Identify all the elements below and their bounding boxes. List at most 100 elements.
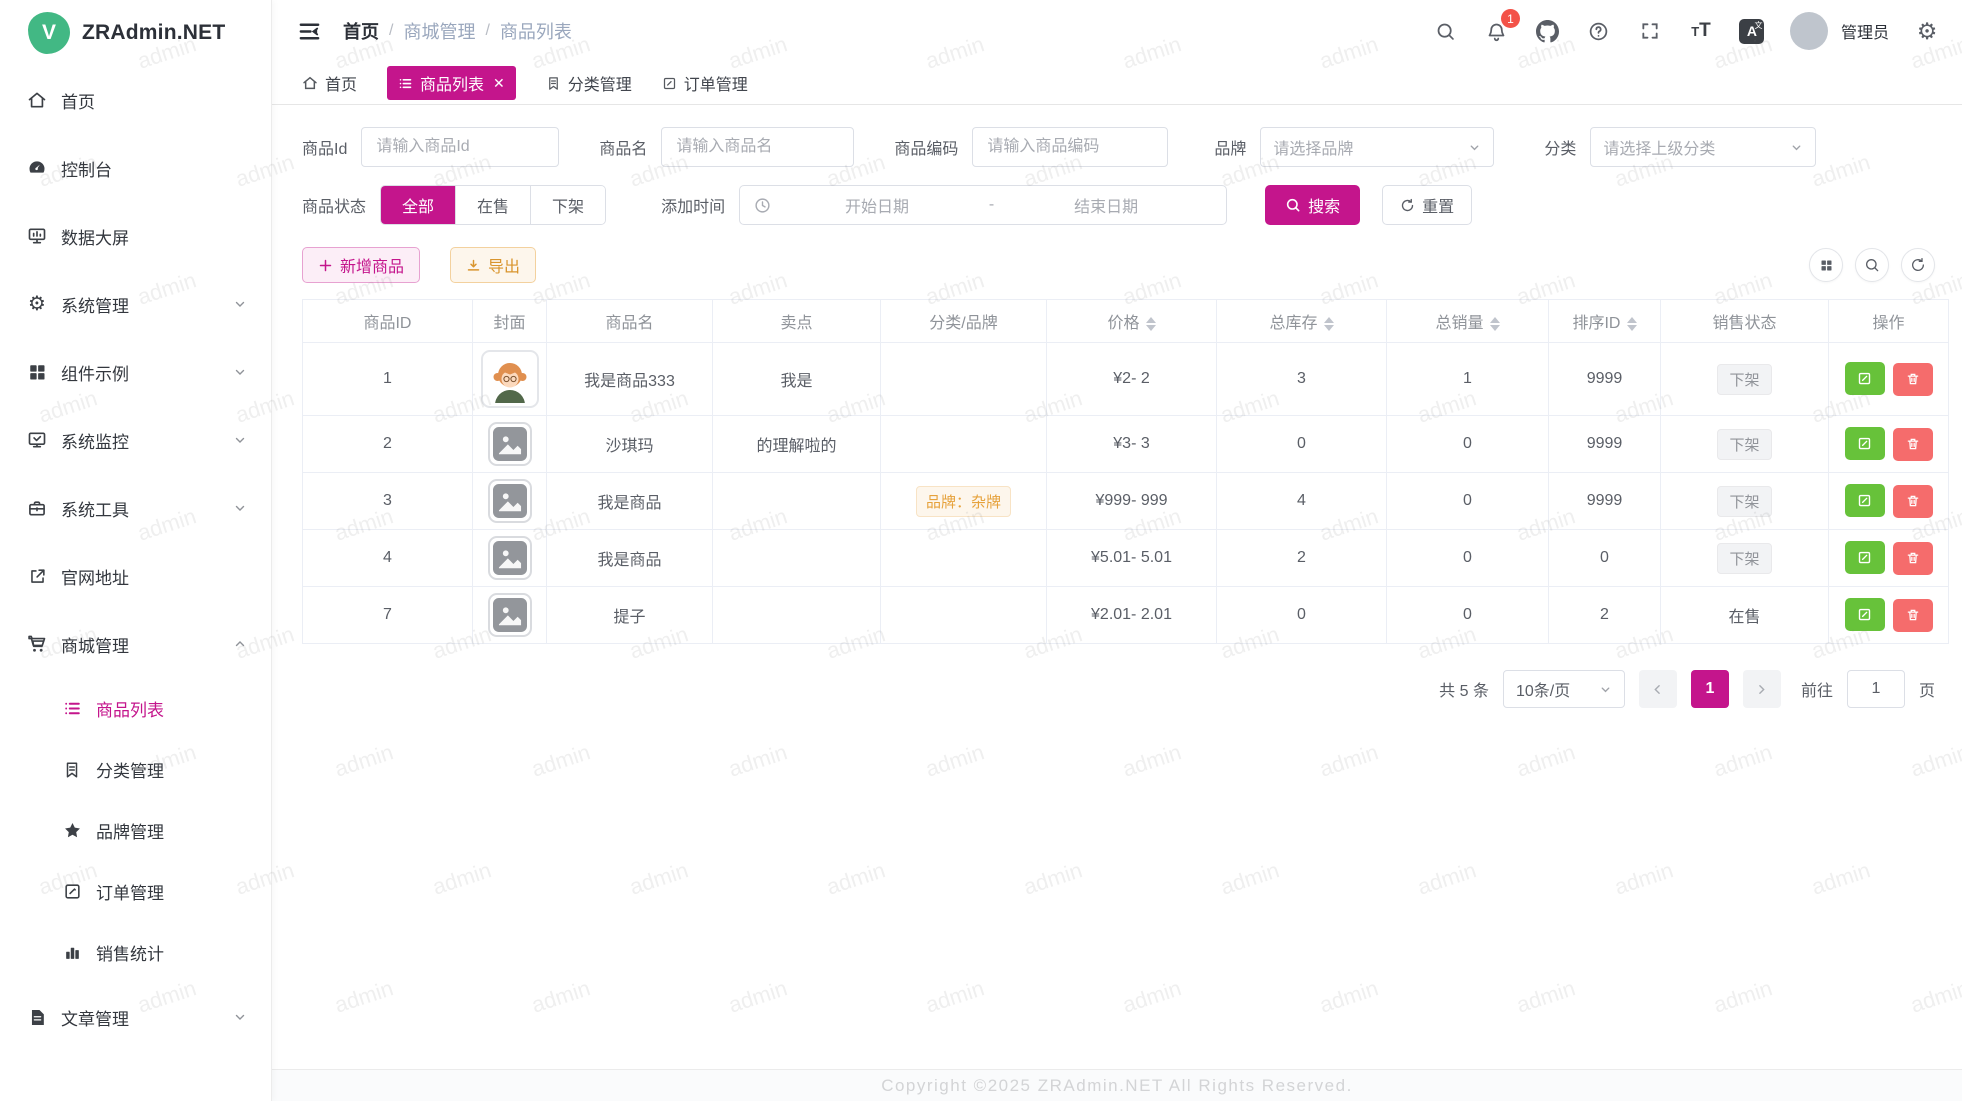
sidebar-item-product-list[interactable]: 商品列表 bbox=[0, 678, 271, 739]
sidebar-item-category[interactable]: 分类管理 bbox=[0, 739, 271, 800]
sidebar-item-components[interactable]: 组件示例 bbox=[0, 338, 271, 406]
sort-icon[interactable] bbox=[1324, 317, 1334, 331]
delete-button[interactable] bbox=[1893, 542, 1933, 575]
category-select[interactable]: 请选择上级分类 bbox=[1590, 127, 1816, 167]
delete-button[interactable] bbox=[1893, 599, 1933, 632]
sidebar-item-sales-stats[interactable]: 销售统计 bbox=[0, 922, 271, 983]
list-icon bbox=[398, 76, 413, 91]
edit-button[interactable] bbox=[1845, 598, 1885, 631]
brand-label: 品牌 bbox=[1214, 135, 1246, 159]
breadcrumb-mall[interactable]: 商城管理 bbox=[403, 18, 475, 44]
product-name-input[interactable] bbox=[661, 127, 854, 167]
sort-icon[interactable] bbox=[1146, 317, 1156, 331]
help-icon[interactable] bbox=[1586, 18, 1612, 44]
sidebar-item-orders[interactable]: 订单管理 bbox=[0, 861, 271, 922]
search-toggle-icon[interactable] bbox=[1855, 248, 1889, 282]
edit-button[interactable] bbox=[1845, 484, 1885, 517]
reset-button[interactable]: 重置 bbox=[1382, 185, 1472, 225]
refresh-table-icon[interactable] bbox=[1901, 248, 1935, 282]
edit-button[interactable] bbox=[1845, 427, 1885, 460]
status-option-all[interactable]: 全部 bbox=[381, 186, 456, 224]
tab-category[interactable]: 分类管理 bbox=[546, 71, 632, 95]
tab-home[interactable]: 首页 bbox=[302, 71, 357, 95]
next-page-button[interactable] bbox=[1743, 670, 1781, 708]
delete-button[interactable] bbox=[1893, 363, 1933, 396]
sidebar-collapse-icon[interactable] bbox=[298, 20, 321, 43]
sidebar-item-bigscreen[interactable]: 数据大屏 bbox=[0, 202, 271, 270]
cell-brand bbox=[881, 343, 1047, 416]
col-sales[interactable]: 总销量 bbox=[1387, 300, 1549, 343]
edit-button[interactable] bbox=[1845, 362, 1885, 395]
sidebar-item-label: 商品列表 bbox=[96, 696, 164, 721]
github-icon[interactable] bbox=[1535, 18, 1561, 44]
cell-stock: 4 bbox=[1217, 473, 1387, 530]
breadcrumb-home[interactable]: 首页 bbox=[343, 18, 379, 44]
cell-product-id: 7 bbox=[303, 587, 473, 644]
language-icon[interactable]: A文 bbox=[1739, 18, 1765, 44]
product-cover-image[interactable] bbox=[481, 350, 539, 408]
chevron-down-icon bbox=[1468, 141, 1481, 154]
product-code-input[interactable] bbox=[972, 127, 1168, 167]
settings-gear-icon[interactable]: ⚙ bbox=[1914, 18, 1940, 44]
sidebar-item-brand[interactable]: 品牌管理 bbox=[0, 800, 271, 861]
edit-button[interactable] bbox=[1845, 541, 1885, 574]
sidebar-item-mall[interactable]: 商城管理 bbox=[0, 610, 271, 678]
sidebar-item-monitor[interactable]: 系统监控 bbox=[0, 406, 271, 474]
sort-icon[interactable] bbox=[1490, 317, 1500, 331]
cell-sort-id: 2 bbox=[1549, 587, 1661, 644]
status-radio-group: 全部 在售 下架 bbox=[380, 185, 606, 225]
user-avatar[interactable] bbox=[1790, 12, 1828, 50]
status-option-offshelf[interactable]: 下架 bbox=[531, 186, 605, 224]
font-size-icon[interactable]: TT bbox=[1688, 18, 1714, 44]
gear-icon: ⚙ bbox=[26, 293, 48, 315]
tab-product-list[interactable]: 商品列表 ✕ bbox=[387, 66, 516, 100]
add-product-button[interactable]: 新增商品 bbox=[302, 247, 420, 283]
status-option-onsale[interactable]: 在售 bbox=[456, 186, 531, 224]
cell-name: 提子 bbox=[547, 587, 713, 644]
cell-sales: 0 bbox=[1387, 473, 1549, 530]
cell-actions bbox=[1829, 587, 1949, 644]
export-label: 导出 bbox=[488, 253, 520, 277]
goto-page-input[interactable] bbox=[1847, 670, 1905, 708]
username[interactable]: 管理员 bbox=[1841, 19, 1889, 43]
product-id-input[interactable] bbox=[361, 127, 559, 167]
col-price[interactable]: 价格 bbox=[1047, 300, 1217, 343]
date-range-separator: - bbox=[983, 196, 1000, 214]
brand-select[interactable]: 请选择品牌 bbox=[1260, 127, 1494, 167]
app-root: V ZRAdmin.NET 首页 控制台 数据大屏 ⚙ 系统管理 bbox=[0, 0, 1962, 1101]
notification-badge: 1 bbox=[1501, 9, 1520, 28]
sidebar-item-articles[interactable]: 文章管理 bbox=[0, 983, 271, 1051]
page-size-select[interactable]: 10条/页 bbox=[1503, 670, 1625, 708]
search-button[interactable]: 搜索 bbox=[1265, 185, 1360, 225]
notifications-bell-icon[interactable]: 1 bbox=[1484, 18, 1510, 44]
columns-grid-icon[interactable] bbox=[1809, 248, 1843, 282]
sidebar-item-label: 商城管理 bbox=[61, 632, 129, 657]
delete-button[interactable] bbox=[1893, 485, 1933, 518]
sort-icon[interactable] bbox=[1627, 317, 1637, 331]
chevron-up-icon bbox=[233, 637, 247, 651]
page-number-button[interactable]: 1 bbox=[1691, 670, 1729, 708]
tab-orders[interactable]: 订单管理 bbox=[662, 71, 748, 95]
sidebar-item-tools[interactable]: 系统工具 bbox=[0, 474, 271, 542]
table-toolbar: 新增商品 导出 bbox=[302, 247, 1935, 283]
refresh-icon bbox=[1400, 198, 1415, 213]
download-icon bbox=[466, 258, 481, 273]
sidebar-item-home[interactable]: 首页 bbox=[0, 66, 271, 134]
delete-button[interactable] bbox=[1893, 428, 1933, 461]
cell-cover bbox=[473, 530, 547, 587]
close-icon[interactable]: ✕ bbox=[493, 75, 505, 92]
cell-price: ¥3- 3 bbox=[1047, 416, 1217, 473]
prev-page-button[interactable] bbox=[1639, 670, 1677, 708]
status-badge: 下架 bbox=[1717, 364, 1771, 395]
sidebar-item-website[interactable]: 官网地址 bbox=[0, 542, 271, 610]
fullscreen-icon[interactable] bbox=[1637, 18, 1663, 44]
app-logo[interactable]: V ZRAdmin.NET bbox=[0, 0, 271, 66]
search-icon[interactable] bbox=[1433, 18, 1459, 44]
chevron-down-icon bbox=[233, 297, 247, 311]
col-sort-id[interactable]: 排序ID bbox=[1549, 300, 1661, 343]
date-range-picker[interactable]: 开始日期 - 结束日期 bbox=[739, 185, 1227, 225]
sidebar-item-system[interactable]: ⚙ 系统管理 bbox=[0, 270, 271, 338]
sidebar-item-dashboard[interactable]: 控制台 bbox=[0, 134, 271, 202]
col-stock[interactable]: 总库存 bbox=[1217, 300, 1387, 343]
export-button[interactable]: 导出 bbox=[450, 247, 536, 283]
